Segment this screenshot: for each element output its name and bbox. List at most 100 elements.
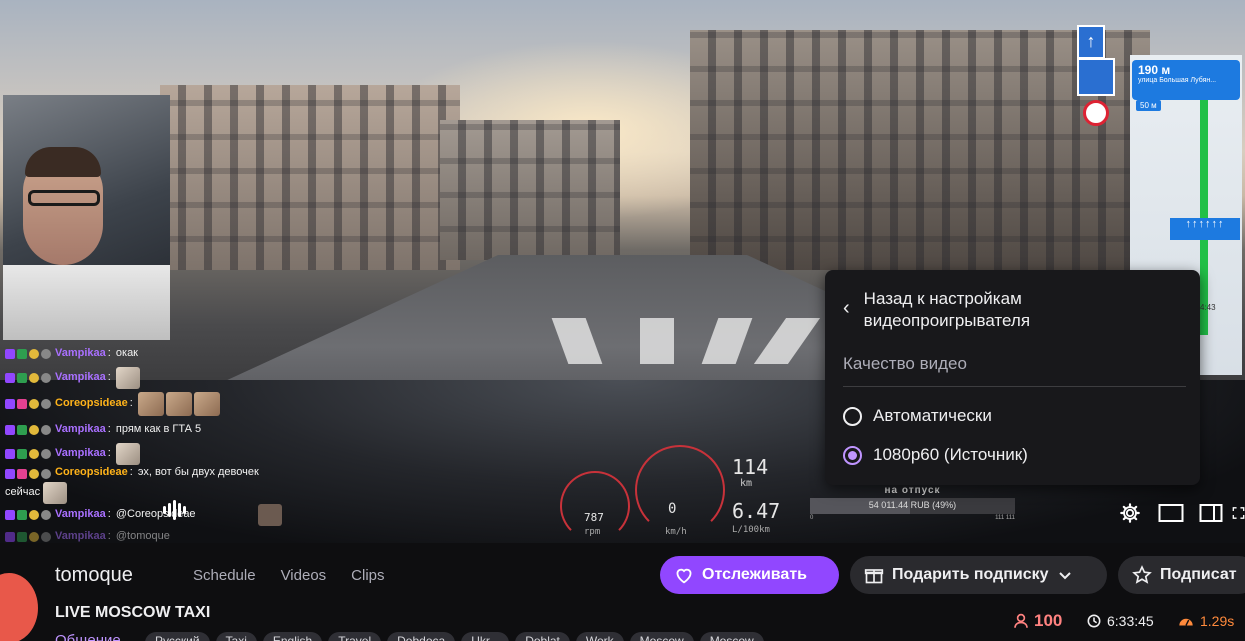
mercedes-badge-icon <box>29 399 39 409</box>
mercedes-badge-icon <box>29 349 39 359</box>
kmh-label: km/h <box>665 527 687 537</box>
theatre-mode-icon <box>1158 504 1184 522</box>
heart-badge-icon <box>17 469 27 479</box>
chat-message: Coreopsideae: эх, вот бы двух девочек се… <box>5 466 305 504</box>
tab-videos[interactable]: Videos <box>281 567 327 584</box>
chevron-down-icon <box>1058 572 1071 580</box>
emote <box>257 504 282 526</box>
video-player[interactable]: ↑ 190 м улица Большая Лубян... 50 м ↑↑↑↑… <box>0 0 1245 543</box>
consumption-readout: 6.47 <box>732 499 781 523</box>
gear-icon <box>1120 503 1140 523</box>
sidebar-icon <box>1199 504 1223 522</box>
subscribe-button[interactable]: Подписат <box>1118 556 1245 594</box>
heart-icon <box>676 568 692 584</box>
chat-text-continuation: сейчас <box>5 485 41 498</box>
wing-badge-icon <box>41 373 51 383</box>
audio-wave-icon <box>163 500 186 520</box>
twitch-badge-icon <box>5 510 15 520</box>
tab-clips[interactable]: Clips <box>351 567 384 584</box>
tag-chip[interactable]: English <box>262 632 323 641</box>
viewer-number: 100 <box>1034 611 1063 630</box>
hamster-emote <box>165 392 192 416</box>
mercedes-badge-icon <box>29 532 39 542</box>
fullscreen-icon <box>1232 507 1245 519</box>
chat-text: прям как в ГТА 5 <box>115 423 202 436</box>
chat-overlay: Vampikaa: окак Vampikaa: Coreopsideae: V… <box>5 342 305 543</box>
stream-latency: 1.29s <box>1178 613 1234 629</box>
tag-chip[interactable]: Travel <box>328 632 382 641</box>
twitch-badge-icon <box>5 469 15 479</box>
tag-chip[interactable]: Moscow <box>629 632 694 641</box>
kmh-value: 0 <box>668 501 677 517</box>
sword-badge-icon <box>17 449 27 459</box>
tag-chip[interactable]: Taxi <box>215 632 257 641</box>
tag-chip[interactable]: Work <box>575 632 624 641</box>
quality-option-1080p60[interactable]: 1080p60 (Источник) <box>843 445 1028 465</box>
chat-username: Vampikaa <box>55 508 106 521</box>
gift-subscription-button[interactable]: Подарить подписку <box>850 556 1107 594</box>
follow-button[interactable]: Отслеживать <box>660 556 839 594</box>
channel-name[interactable]: tomoque <box>55 564 133 587</box>
road-sign-straight: ↑ <box>1077 25 1105 59</box>
back-to-settings-button[interactable]: ‹ Назад к настройкам видеопроигрывателя <box>843 288 1094 332</box>
nav-instruction: 190 м улица Большая Лубян... <box>1132 60 1240 100</box>
clock-icon <box>1087 614 1101 628</box>
mercedes-badge-icon <box>29 373 39 383</box>
sword-badge-icon <box>17 373 27 383</box>
sword-badge-icon <box>17 425 27 435</box>
mercedes-badge-icon <box>29 425 39 435</box>
quality-option-label: Автоматически <box>873 406 992 425</box>
speed-gauge <box>635 445 725 535</box>
stream-title: LIVE MOSCOW TAXI <box>55 604 211 621</box>
settings-button[interactable] <box>1116 499 1144 527</box>
donation-goal: на отпуск 54 011.44 RUB (49%) 0 111 111 <box>810 485 1015 521</box>
chat-username: Vampikaa <box>55 371 106 384</box>
wing-badge-icon <box>41 449 51 459</box>
goal-end: 111 111 <box>995 515 1015 521</box>
gift-label: Подарить подписку <box>892 566 1049 583</box>
channel-tabs: Schedule Videos Clips <box>193 567 385 584</box>
wing-badge-icon <box>41 469 51 479</box>
stream-category[interactable]: Общение <box>55 632 121 641</box>
building-left <box>160 85 460 270</box>
route-line <box>1200 85 1208 335</box>
star-icon <box>1132 565 1152 584</box>
chat-message: Vampikaa: <box>5 366 305 390</box>
chat-text: окак <box>115 347 138 360</box>
webcam-overlay <box>3 95 170 340</box>
tag-chip[interactable]: Ukr... <box>461 632 510 641</box>
chat-username: Vampikaa <box>55 423 106 436</box>
building-left-far <box>440 120 620 260</box>
tag-chip[interactable]: Русский <box>145 632 210 641</box>
fullscreen-button[interactable] <box>1232 499 1245 527</box>
quality-settings-menu: ‹ Назад к настройкам видеопроигрывателя … <box>825 270 1200 485</box>
tag-chip[interactable]: Doblat <box>515 632 570 641</box>
uptime-value: 6:33:45 <box>1107 613 1154 629</box>
goal-start: 0 <box>810 515 814 521</box>
tag-chip[interactable]: Dobdoca <box>387 632 456 641</box>
wing-badge-icon <box>41 510 51 520</box>
chat-message: Vampikaa: <box>5 442 305 466</box>
sword-badge-icon <box>17 532 27 542</box>
quality-option-auto[interactable]: Автоматически <box>843 406 992 426</box>
chat-message: Vampikaa: @tomoque <box>5 528 305 543</box>
chat-username: Vampikaa <box>55 447 106 460</box>
nav-distance: 190 м <box>1138 63 1171 77</box>
rpm-value: 787 <box>584 511 604 524</box>
rpm-label: rpm <box>584 527 601 537</box>
chat-username: Coreopsideae <box>55 397 128 410</box>
hamster-emote <box>137 392 164 416</box>
chevron-left-icon: ‹ <box>843 297 850 319</box>
theatre-mode-button[interactable] <box>1157 499 1185 527</box>
cat-emote <box>115 443 140 465</box>
mercedes-badge-icon <box>29 449 39 459</box>
mercedes-badge-icon <box>29 510 39 520</box>
heart-badge-icon <box>17 399 27 409</box>
toggle-chat-button[interactable] <box>1197 499 1225 527</box>
tab-schedule[interactable]: Schedule <box>193 567 256 584</box>
tag-chip[interactable]: Moscow <box>699 632 764 641</box>
radio-button-selected[interactable] <box>843 445 862 465</box>
chat-username: Coreopsideae <box>55 466 128 478</box>
lane-arrows: ↑↑↑↑↑↑ <box>1170 218 1240 240</box>
radio-button[interactable] <box>843 406 862 426</box>
